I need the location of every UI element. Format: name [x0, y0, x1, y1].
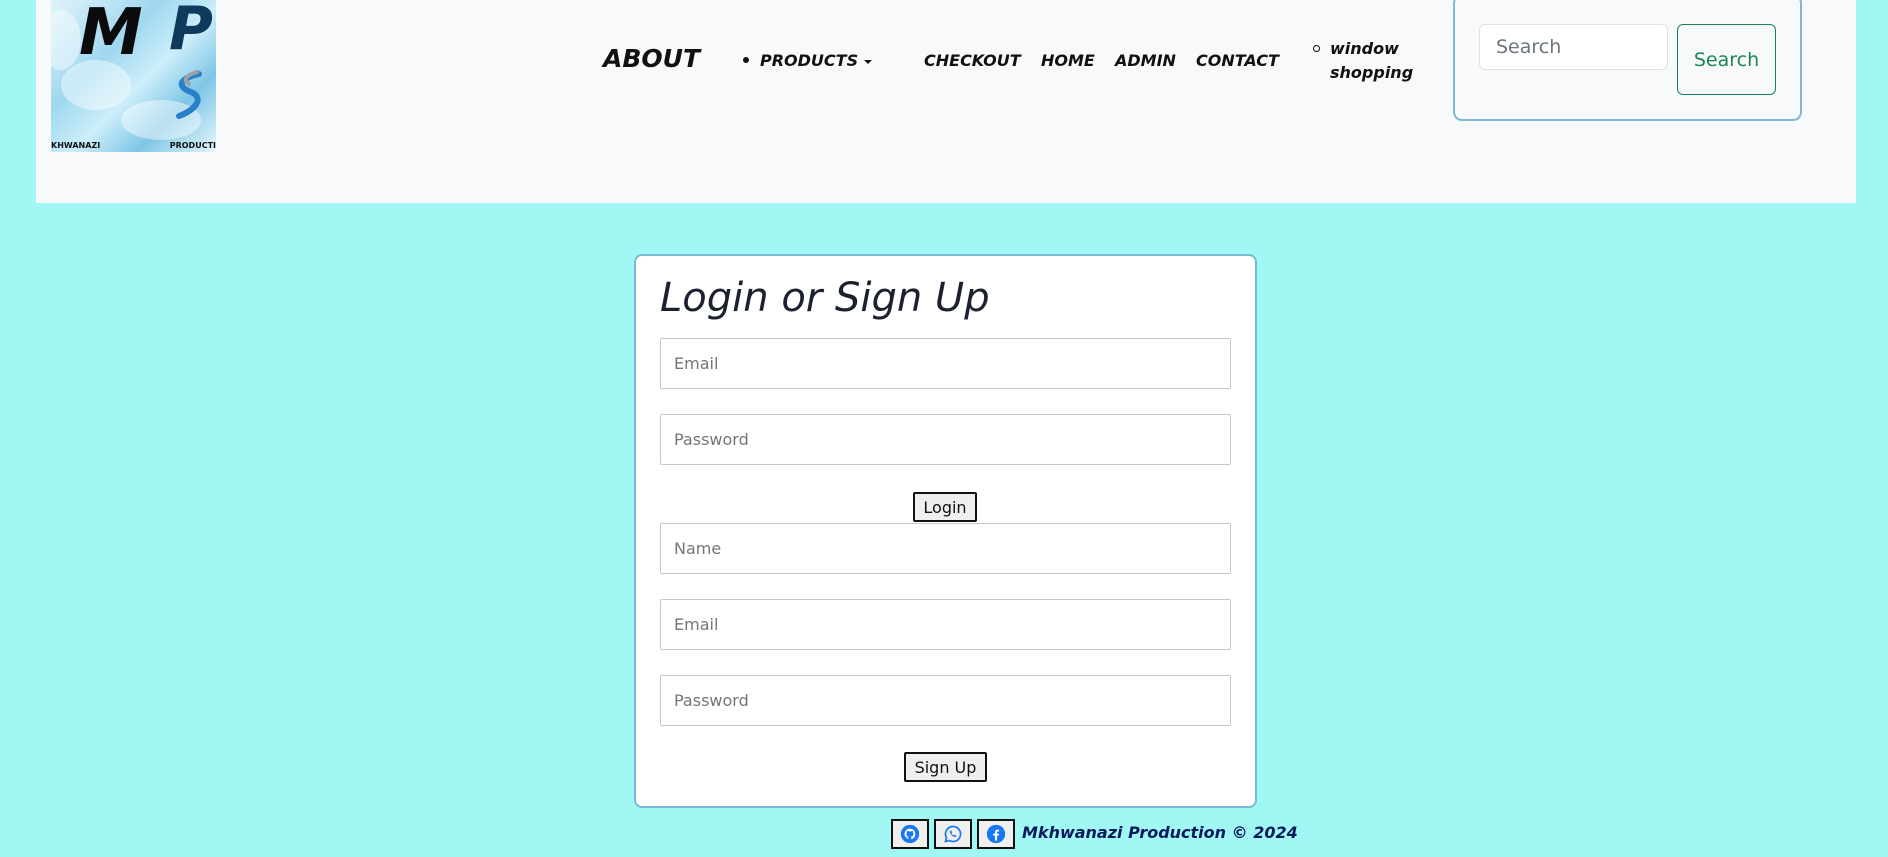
github-icon [900, 824, 920, 844]
logo-letter-m: M [79, 0, 143, 70]
caret-down-icon [864, 59, 873, 64]
github-button[interactable] [891, 819, 929, 849]
nav-products-label: PRODUCTS [760, 51, 859, 70]
facebook-icon [986, 824, 1006, 844]
nav-contact[interactable]: CONTACT [1196, 51, 1279, 70]
login-email-field[interactable] [660, 338, 1231, 389]
nav-checkout[interactable]: CHECKOUT [924, 51, 1021, 70]
nav-window-shopping[interactable]: window shopping [1330, 37, 1440, 85]
login-button[interactable]: Login [913, 492, 977, 522]
page-title: Login or Sign Up [660, 275, 990, 321]
search-input[interactable] [1479, 24, 1668, 70]
signup-password-field[interactable] [660, 675, 1231, 726]
whatsapp-icon [944, 825, 962, 843]
logo-swoosh-icon [176, 70, 202, 119]
nav-about[interactable]: ABOUT [603, 44, 700, 73]
facebook-button[interactable] [977, 819, 1015, 849]
list-bullet-circle-icon [1313, 45, 1320, 52]
nav-admin[interactable]: ADMIN [1115, 51, 1176, 70]
logo-ice-shape [51, 10, 81, 70]
logo-letter-p: P [169, 0, 213, 64]
footer-copyright: Mkhwanazi Production © 2024 [1022, 823, 1298, 842]
signup-name-field[interactable] [660, 523, 1231, 574]
brand-logo[interactable]: M P KHWANAZI PRODUCTI [51, 0, 216, 152]
nav-products-dropdown[interactable]: PRODUCTS [760, 51, 873, 70]
login-password-field[interactable] [660, 414, 1231, 465]
signup-email-field[interactable] [660, 599, 1231, 650]
list-bullet-icon [743, 57, 749, 63]
whatsapp-button[interactable] [934, 819, 972, 849]
signup-button[interactable]: Sign Up [904, 752, 987, 782]
logo-caption-right: PRODUCTI [169, 141, 216, 150]
search-button[interactable]: Search [1677, 24, 1776, 95]
logo-caption-left: KHWANAZI [51, 141, 101, 150]
nav-home[interactable]: HOME [1041, 51, 1095, 70]
